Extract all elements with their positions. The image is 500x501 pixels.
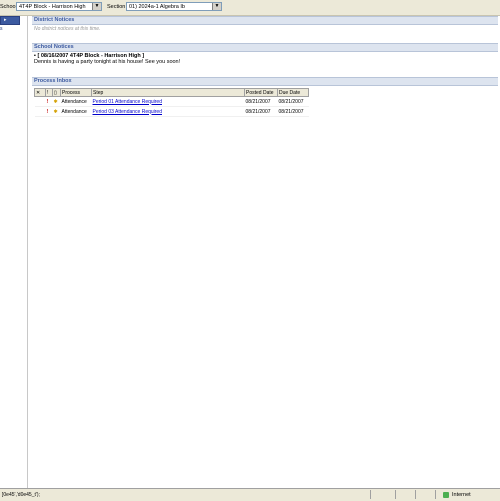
document-icon: ▯	[54, 89, 57, 96]
due-date-cell: 08/21/2007	[277, 96, 309, 107]
school-select[interactable]: 4T4P Block - Harrison High ▼	[16, 2, 102, 11]
section-label: Section	[107, 4, 126, 10]
column-header-process[interactable]: Process	[60, 88, 92, 97]
column-header-posted[interactable]: Posted Date	[244, 88, 278, 97]
nav-header[interactable]: ▸	[0, 16, 20, 25]
delete-column-header[interactable]: ✕	[34, 88, 46, 97]
zone-label: Internet	[452, 492, 471, 498]
school-label: School	[0, 4, 17, 10]
district-notices-empty: No district notices at this time.	[34, 26, 101, 32]
star-icon: ✱	[53, 108, 58, 115]
process-inbox-header: Process Inbox	[32, 77, 498, 86]
school-select-value: 4T4P Block - Harrison High	[19, 4, 86, 10]
posted-date-cell: 08/21/2007	[244, 106, 278, 117]
school-notices-section: School Notices ▪ [ 08/16/2007 4T4P Block…	[32, 43, 498, 65]
priority-cell: !	[45, 106, 53, 117]
due-date-cell: 08/21/2007	[277, 106, 309, 117]
step-cell: Period 01 Attendance Required	[91, 96, 245, 107]
note-column-header[interactable]: ▯	[52, 88, 61, 97]
status-cell: ✱	[52, 106, 61, 117]
step-cell: Period 03 Attendance Required	[91, 106, 245, 117]
status-divider	[435, 490, 436, 499]
exclamation-icon: !	[46, 108, 49, 115]
status-text: ]0e45','d0e45_t');	[2, 492, 40, 498]
row-blank-cell	[34, 106, 46, 117]
step-link[interactable]: Period 03 Attendance Required	[93, 109, 163, 115]
left-nav: ▸ s	[0, 16, 28, 488]
notice-title: ▪ [ 08/16/2007 4T4P Block - Harrison Hig…	[34, 53, 145, 59]
row-blank-cell	[34, 96, 46, 107]
star-icon: ✱	[53, 98, 58, 105]
district-notices-section: District Notices No district notices at …	[32, 16, 498, 33]
school-notices-header: School Notices	[32, 43, 498, 52]
section-select[interactable]: 01) 2024a-1 Algebra Ib ▼	[126, 2, 222, 11]
process-cell: Attendance	[60, 106, 92, 117]
process-cell: Attendance	[60, 96, 92, 107]
notice-body: Dennis is having a party tonight at his …	[34, 59, 181, 65]
close-icon[interactable]: ✕	[36, 90, 40, 96]
nav-item[interactable]: s	[0, 26, 3, 32]
chevron-down-icon[interactable]: ▼	[92, 3, 101, 10]
process-inbox-table: ✕ ! ▯ Process Step Posted Date Due Date …	[34, 88, 309, 117]
exclamation-icon: !	[46, 98, 49, 105]
status-divider	[370, 490, 371, 499]
status-cell: ✱	[52, 96, 61, 107]
chevron-down-icon[interactable]: ▼	[212, 3, 221, 10]
table-header-row: ✕ ! ▯ Process Step Posted Date Due Date	[34, 88, 309, 97]
internet-zone-icon	[443, 492, 449, 498]
column-header-due[interactable]: Due Date	[277, 88, 309, 97]
table-row: ! ✱ Attendance Period 01 Attendance Requ…	[34, 96, 309, 107]
status-divider	[395, 490, 396, 499]
priority-column-header[interactable]: !	[45, 88, 53, 97]
district-notices-header: District Notices	[32, 16, 498, 25]
posted-date-cell: 08/21/2007	[244, 96, 278, 107]
table-row: ! ✱ Attendance Period 03 Attendance Requ…	[34, 106, 309, 117]
column-header-step[interactable]: Step	[91, 88, 245, 97]
exclamation-icon: !	[47, 89, 49, 96]
process-inbox-section: Process Inbox ✕ ! ▯ Process Step Posted …	[32, 77, 498, 137]
section-select-value: 01) 2024a-1 Algebra Ib	[129, 4, 185, 10]
status-bar: ]0e45','d0e45_t'); Internet	[0, 488, 500, 501]
top-toolbar: School 4T4P Block - Harrison High ▼ Sect…	[0, 0, 500, 16]
status-divider	[415, 490, 416, 499]
priority-cell: !	[45, 96, 53, 107]
step-link[interactable]: Period 01 Attendance Required	[93, 99, 163, 105]
